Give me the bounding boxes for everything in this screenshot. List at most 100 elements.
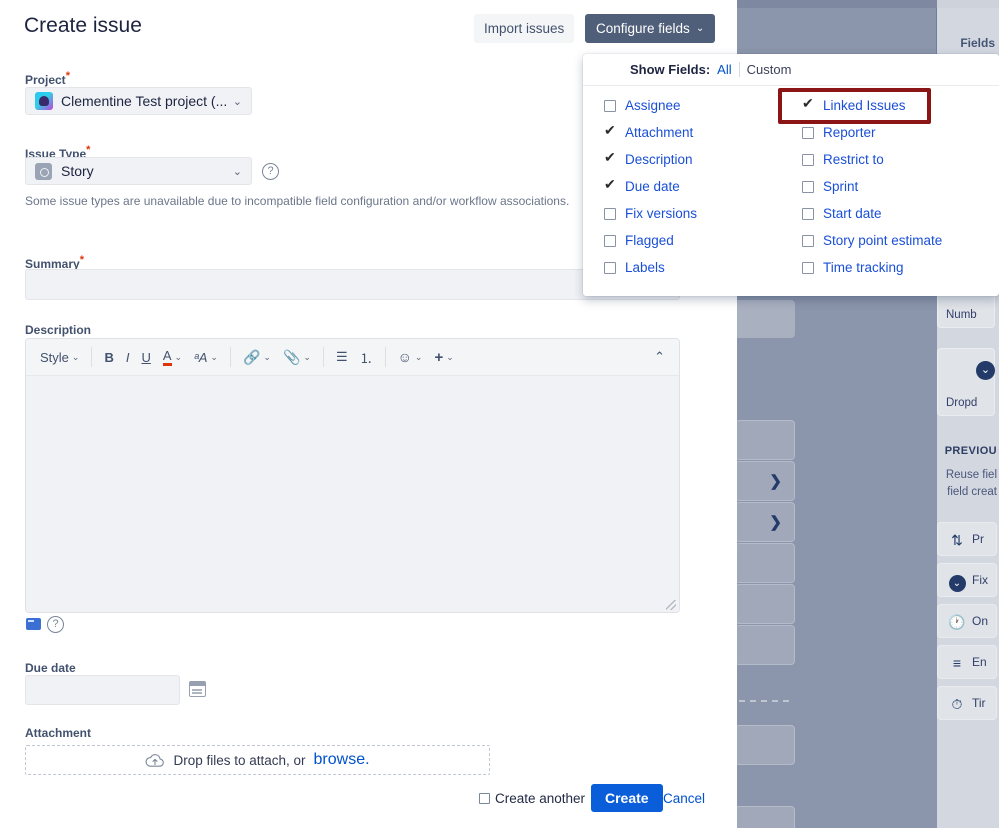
backdrop-section-text-1: Reuse fiel [945,469,997,481]
checkbox-box-checked [604,150,616,166]
backdrop-divider [936,8,937,60]
checkbox-box [802,153,814,166]
project-avatar-icon [35,92,53,110]
tab-all[interactable]: All [717,62,731,77]
text-color-button[interactable]: A ⌄ [157,344,188,370]
field-checkbox-description[interactable]: Description [604,146,697,173]
required-marker: * [65,70,70,82]
page-title: Create issue [24,14,142,37]
field-label: Description [625,152,693,167]
style-dropdown[interactable]: Style ⌄ [34,344,85,370]
field-checkbox-sprint[interactable]: Sprint [802,173,942,200]
field-checkbox-time-tracking[interactable]: Time tracking [802,254,942,281]
field-checkbox-fix-versions[interactable]: Fix versions [604,200,697,227]
issue-type-help-icon[interactable]: ? [262,163,279,180]
required-marker: * [86,144,91,156]
field-checkbox-linked-issues[interactable]: Linked Issues [802,92,942,119]
attachment-dropzone[interactable]: Drop files to attach, or browse. [25,745,490,775]
stopwatch-icon: ⏱ [951,696,963,712]
collapse-toolbar-icon[interactable]: ⌃ [648,349,671,365]
field-checkbox-columns: Assignee Attachment Description Due date… [583,86,999,275]
backdrop-section-title: PREVIOU [944,445,997,457]
field-checkbox-start-date[interactable]: Start date [802,200,942,227]
emoji-icon[interactable]: ☺ ⌄ [392,344,429,370]
sort-icon: ⇅ [951,532,963,548]
project-label: Project* [25,70,70,87]
backdrop-row-previous-field: 🕐 On [937,604,997,638]
chevron-down-icon: ⌄ [303,351,311,362]
browse-link[interactable]: browse. [314,751,370,769]
underline-button[interactable]: U [135,344,156,370]
field-checkbox-attachment[interactable]: Attachment [604,119,697,146]
backdrop-section-text-2: field creat [947,486,997,498]
checkbox-box [604,234,616,247]
field-checkbox-restrict-to[interactable]: Restrict to [802,146,942,173]
field-label: Reporter [823,125,876,140]
import-issues-button[interactable]: Import issues [474,14,575,43]
backdrop-box [737,584,795,624]
field-checkbox-labels[interactable]: Labels [604,254,697,281]
create-another-checkbox[interactable]: Create another [479,791,585,806]
insert-more-button[interactable]: + ⌄ [428,344,459,370]
field-label: Restrict to [823,152,884,167]
dropdown-field-icon: ⌄ [976,361,995,380]
bullet-list-icon[interactable]: ☰ [330,344,354,370]
clock-icon: 🕐 [948,614,966,630]
backdrop-row-label: En [972,655,987,669]
backdrop-box: ❯ [737,461,795,501]
field-label: Linked Issues [823,98,906,113]
cancel-button[interactable]: Cancel [663,791,705,806]
field-checkbox-story-point-estimate[interactable]: Story point estimate [802,227,942,254]
field-checkbox-flagged[interactable]: Flagged [604,227,697,254]
calendar-icon[interactable] [189,681,206,697]
tab-divider [738,62,740,77]
paperclip-icon[interactable]: 📎 ⌄ [277,344,317,370]
summary-input[interactable] [25,269,680,300]
field-label: Attachment [625,125,694,140]
field-label: Story point estimate [823,233,943,248]
resize-handle[interactable] [666,600,676,610]
numbered-list-icon[interactable]: ⒈ [354,344,379,370]
field-checkbox-reporter[interactable]: Reporter [802,119,942,146]
backdrop-row-label: On [972,614,989,628]
checkbox-box [802,180,814,193]
field-checkbox-due-date[interactable]: Due date [604,173,697,200]
configure-fields-button[interactable]: Configure fields ⌄ [585,14,716,43]
field-label: Flagged [625,233,674,248]
field-checkbox-assignee[interactable]: Assignee [604,92,697,119]
field-label: Fix versions [625,206,698,221]
chevron-down-icon: ⌄ [232,95,242,108]
backdrop-box: ❯ [737,502,795,542]
description-textarea[interactable] [26,376,679,612]
project-select[interactable]: Clementine Test project (... ⌄ [25,87,252,115]
field-label: Start date [823,206,882,221]
checkbox-box [802,126,814,139]
insert-image-icon[interactable] [26,618,41,630]
bold-button[interactable]: B [98,344,119,370]
field-column-left: Assignee Attachment Description Due date… [604,92,697,281]
create-button[interactable]: Create [591,784,663,812]
show-fields-label: Show Fields: [630,62,711,77]
backdrop-row-previous-field: ⌄ Fix [937,563,997,597]
dropzone-text: Drop files to attach, or [173,752,306,768]
backdrop-box [737,300,795,338]
backdrop-row-previous-field: ⇅ Pr [937,522,997,556]
backdrop-row-label: Tir [972,696,986,710]
checkbox-box [479,793,490,804]
backdrop-row-previous-field: ⏱ Tir [937,686,997,720]
attachment-label: Attachment [25,726,92,740]
due-date-input[interactable] [25,675,180,705]
tab-custom[interactable]: Custom [747,62,792,77]
field-label: Assignee [625,98,681,113]
issue-type-select[interactable]: Story ⌄ [25,157,252,185]
dropdown-field-icon: ⌄ [948,572,966,592]
description-help-icon[interactable]: ? [47,616,64,633]
checkbox-box-checked [802,96,814,112]
toolbar-separator [229,347,231,367]
italic-button[interactable]: I [120,344,136,370]
checkbox-box [604,207,616,220]
highlight-color-button[interactable]: ᵃA ⌄ [188,344,224,370]
description-editor: Style ⌄ B I U A ⌄ ᵃA ⌄ 🔗 ⌄ 📎 ⌄ ☰ ⒈ ☺ ⌄ +… [25,338,680,613]
link-icon[interactable]: 🔗 ⌄ [237,344,277,370]
issue-type-helper-text: Some issue types are unavailable due to … [25,194,570,208]
